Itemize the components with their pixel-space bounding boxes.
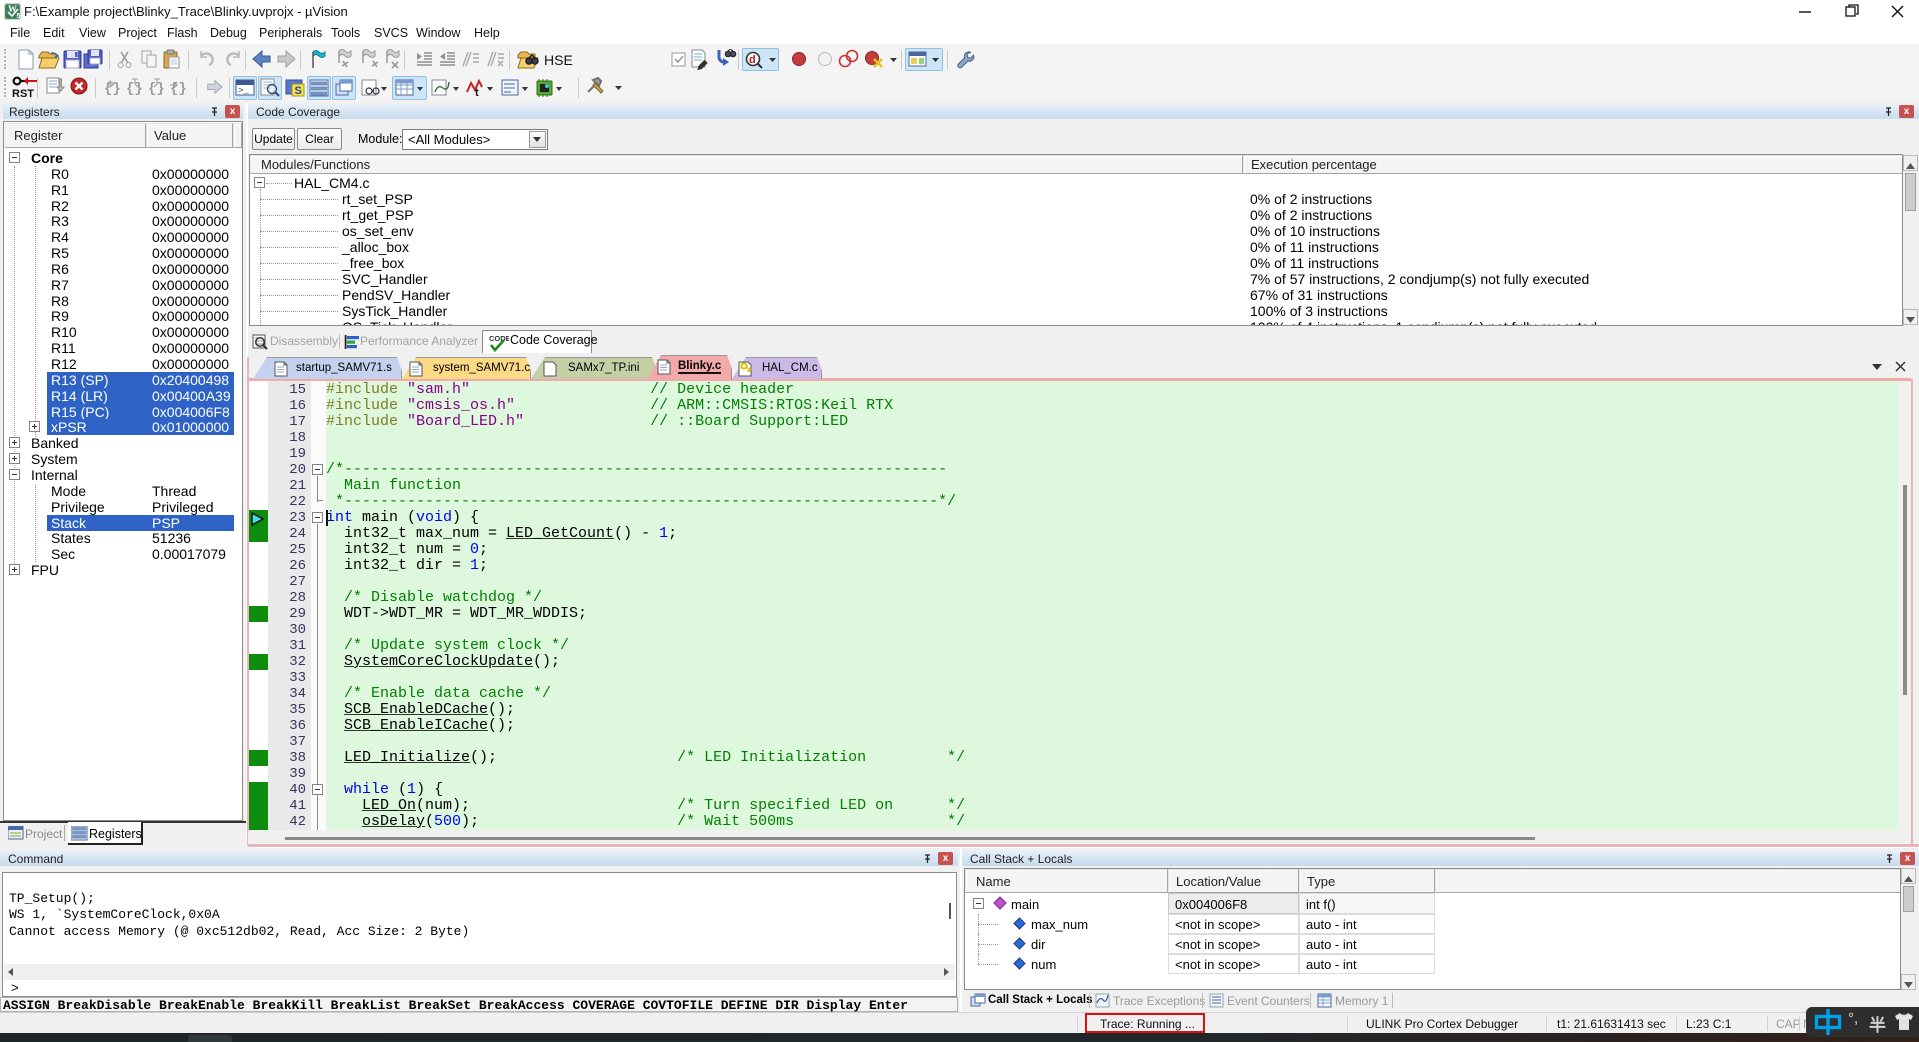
svg-text:CODE: CODE bbox=[489, 334, 509, 343]
svg-text:S: S bbox=[295, 85, 302, 97]
svg-text:HSE: HSE bbox=[544, 52, 573, 68]
svg-text:>_: >_ bbox=[238, 86, 249, 96]
svg-text:5: 5 bbox=[17, 13, 21, 20]
svg-text:RST: RST bbox=[12, 88, 34, 100]
svg-text:{}: {} bbox=[170, 81, 187, 97]
svg-text:{}: {} bbox=[148, 81, 165, 97]
svg-text:{}: {} bbox=[126, 81, 143, 97]
svg-text:d: d bbox=[749, 54, 756, 66]
svg-text:t: t bbox=[475, 87, 479, 99]
